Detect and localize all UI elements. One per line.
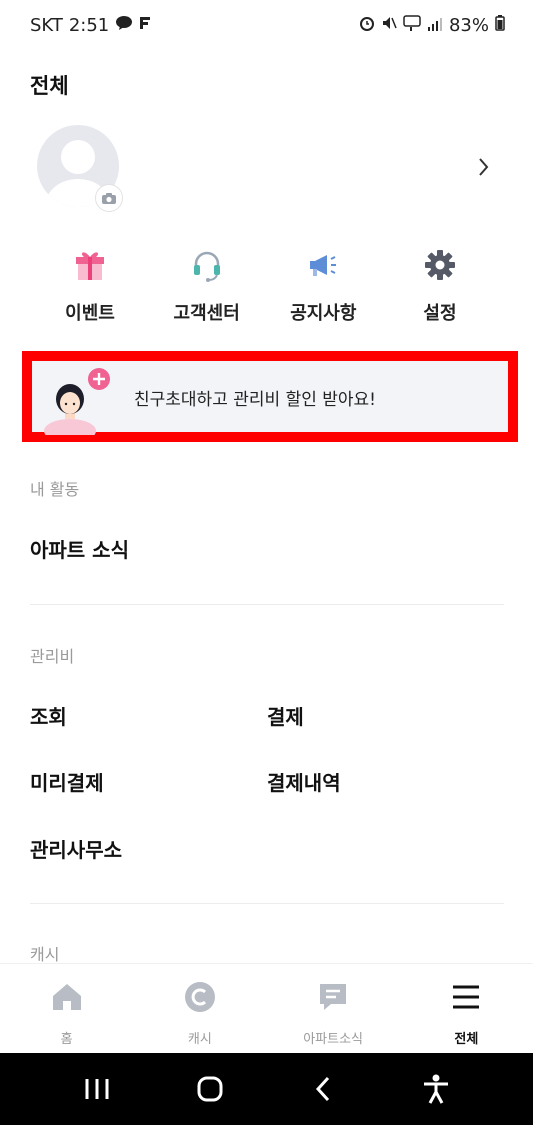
quick-label-notice: 공지사항 [290,303,357,324]
divider [30,903,504,904]
nav-item-home[interactable]: 홈 [0,964,133,1053]
menu-item-payment-history[interactable]: 결제내역 [267,767,341,796]
clock: 2:51 [68,14,110,36]
nav-item-cash[interactable]: 캐시 [133,964,266,1053]
quick-label-customer-center: 고객센터 [173,303,240,324]
menu-item-payment[interactable]: 결제 [267,701,304,730]
divider [30,604,504,605]
system-nav-bar [0,1053,533,1125]
menu-item-management-office[interactable]: 관리사무소 [30,834,122,863]
menu-item-inquiry[interactable]: 조회 [30,701,67,730]
chevron-right-icon[interactable] [474,152,494,182]
menu-item-apartment-news[interactable]: 아파트 소식 [30,534,129,563]
invite-banner-inner: 친구초대하고 관리비 할인 받아요! [32,361,508,443]
bottom-nav: 홈 캐시 아파트소식 전체 [0,963,533,1053]
gear-icon [420,245,460,285]
nav-label-home: 홈 [60,1032,73,1047]
invite-banner[interactable]: 친구초대하고 관리비 할인 받아요! [22,351,518,443]
f-app-icon [139,16,151,34]
menu-icon [449,980,483,1014]
talk-icon [115,16,133,34]
quick-item-notice[interactable]: 공지사항 [273,245,373,325]
headset-icon [187,245,227,285]
signal-icon [427,15,443,36]
girl-illustration-icon [44,365,112,443]
mute-icon [381,15,397,36]
carrier: SKT [30,14,63,36]
alarm-icon [359,15,375,36]
quick-label-event: 이벤트 [65,303,115,324]
back-icon[interactable] [303,1069,343,1109]
megaphone-icon [303,245,343,285]
menu-item-prepayment[interactable]: 미리결제 [30,767,104,796]
section-title-my-activity: 내 활동 [30,480,80,499]
chat-icon [316,980,350,1014]
gift-icon [70,245,110,285]
quick-item-settings[interactable]: 설정 [390,245,490,325]
battery-percent: 83% [448,14,489,36]
recent-apps-icon[interactable] [77,1069,117,1109]
cash-icon [183,980,217,1014]
status-left: SKT 2:51 [30,15,151,36]
quick-menu: 이벤트 고객센터 공지사항 설정 [40,245,490,325]
page-title: 전체 [30,74,69,98]
status-bar: SKT 2:51 83% [0,0,533,50]
quick-label-settings: 설정 [423,303,457,324]
nav-label-all: 전체 [454,1032,479,1047]
quick-item-customer-center[interactable]: 고객센터 [157,245,257,325]
nav-label-apartment-news: 아파트소식 [303,1032,364,1047]
camera-icon[interactable] [95,184,123,212]
invite-banner-text: 친구초대하고 관리비 할인 받아요! [134,390,376,410]
nav-item-all[interactable]: 전체 [400,964,533,1053]
nav-item-apartment-news[interactable]: 아파트소식 [267,964,400,1053]
battery-icon [495,14,505,36]
accessibility-icon[interactable] [416,1069,456,1109]
section-title-cash: 캐시 [30,945,60,964]
home-button-icon[interactable] [190,1069,230,1109]
section-title-maintenance-fee: 관리비 [30,647,75,666]
status-right: 83% [359,14,505,36]
quick-item-event[interactable]: 이벤트 [40,245,140,325]
home-icon [50,980,84,1014]
nav-label-cash: 캐시 [187,1032,212,1047]
avatar-head [61,140,95,174]
5g-icon [403,14,421,36]
